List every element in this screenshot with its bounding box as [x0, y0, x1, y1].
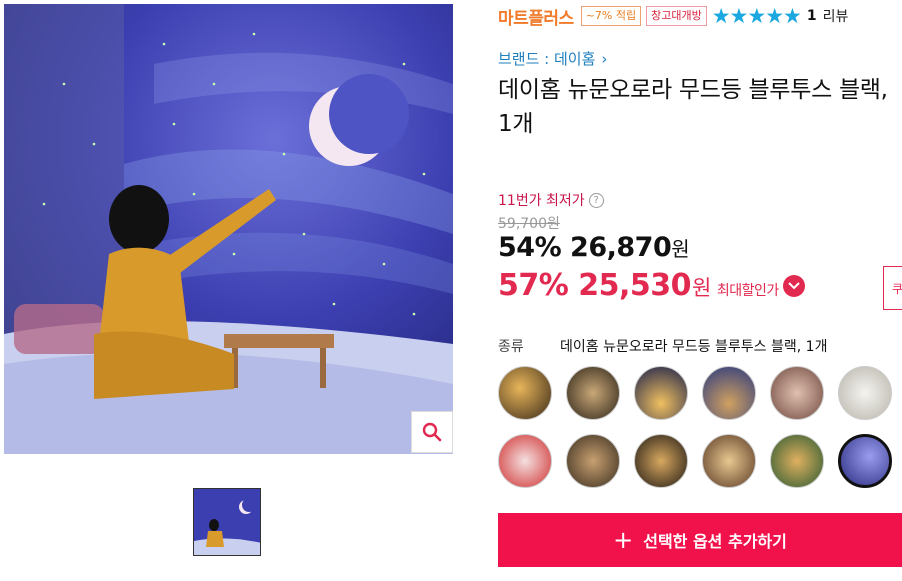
option-swatch[interactable]: [498, 366, 552, 420]
option-swatch[interactable]: [566, 434, 620, 488]
max-discount-value: 25,530: [578, 268, 692, 303]
star-icon: ★: [765, 4, 785, 28]
lowest-price-label: 11번가 최저가 ?: [498, 190, 604, 210]
add-option-label: 선택한 옵션 추가하기: [643, 532, 787, 551]
option-swatch-selected[interactable]: [838, 434, 892, 488]
currency-unit: 원: [692, 276, 711, 300]
option-swatch[interactable]: [770, 366, 824, 420]
star-icon: ★: [729, 4, 749, 28]
mart-plus-label: 마트플러스: [498, 8, 574, 29]
brand-link[interactable]: 브랜드 : 데이홈 ›: [498, 48, 607, 69]
warehouse-tag: 창고대개방: [646, 6, 707, 26]
product-title: 데이홈 뉴문오로라 무드등 블루투스 블랙, 1개: [498, 77, 888, 137]
zoom-button[interactable]: [411, 411, 453, 453]
chevron-down-icon[interactable]: [782, 274, 805, 297]
magnifier-icon: [422, 422, 442, 442]
option-swatch[interactable]: [838, 366, 892, 420]
chevron-right-icon: ›: [601, 49, 608, 68]
rating-stars: ★ ★ ★ ★ ★: [711, 4, 802, 28]
option-swatch[interactable]: [702, 434, 756, 488]
option-swatch[interactable]: [498, 434, 552, 488]
lowest-price-text: 11번가 최저가: [498, 193, 585, 209]
star-icon: ★: [747, 4, 767, 28]
add-option-button[interactable]: + 선택한 옵션 추가하기: [498, 513, 902, 567]
max-discount-price: 57% 25,530 원 최대할인가: [498, 268, 805, 303]
max-discount-rate: 57%: [498, 268, 569, 303]
currency-unit: 원: [671, 237, 690, 261]
option-swatch[interactable]: [634, 434, 688, 488]
option-swatch[interactable]: [566, 366, 620, 420]
option-swatch[interactable]: [634, 366, 688, 420]
plus-icon: +: [613, 526, 634, 554]
sale-price: 54% 26,870원: [498, 232, 690, 263]
star-icon: ★: [783, 4, 802, 28]
sale-price-value: 26,870: [570, 232, 672, 263]
option-label: 종류: [498, 339, 524, 355]
brand-label: 브랜드 : 데이홈: [498, 50, 596, 68]
product-thumbnail[interactable]: [193, 488, 261, 556]
badge-row: 마트플러스 ~7% 적립 창고대개방 ★ ★ ★ ★ ★ 1 리뷰: [498, 3, 848, 29]
review-count[interactable]: 1: [807, 8, 817, 24]
max-discount-label: 최대할인가: [716, 283, 779, 299]
coupon-button[interactable]: 쿠: [883, 266, 902, 310]
option-swatch[interactable]: [702, 366, 756, 420]
review-label[interactable]: 리뷰: [823, 6, 849, 26]
product-main-image: [4, 4, 453, 454]
star-icon: ★: [711, 4, 731, 28]
original-price: 59,700원: [498, 216, 560, 232]
option-swatch[interactable]: [770, 434, 824, 488]
discount-rate: 54%: [498, 232, 562, 263]
option-value: 데이홈 뉴문오로라 무드등 블루투스 블랙, 1개: [560, 339, 828, 355]
help-icon[interactable]: ?: [588, 192, 604, 208]
points-tag: ~7% 적립: [580, 6, 642, 26]
